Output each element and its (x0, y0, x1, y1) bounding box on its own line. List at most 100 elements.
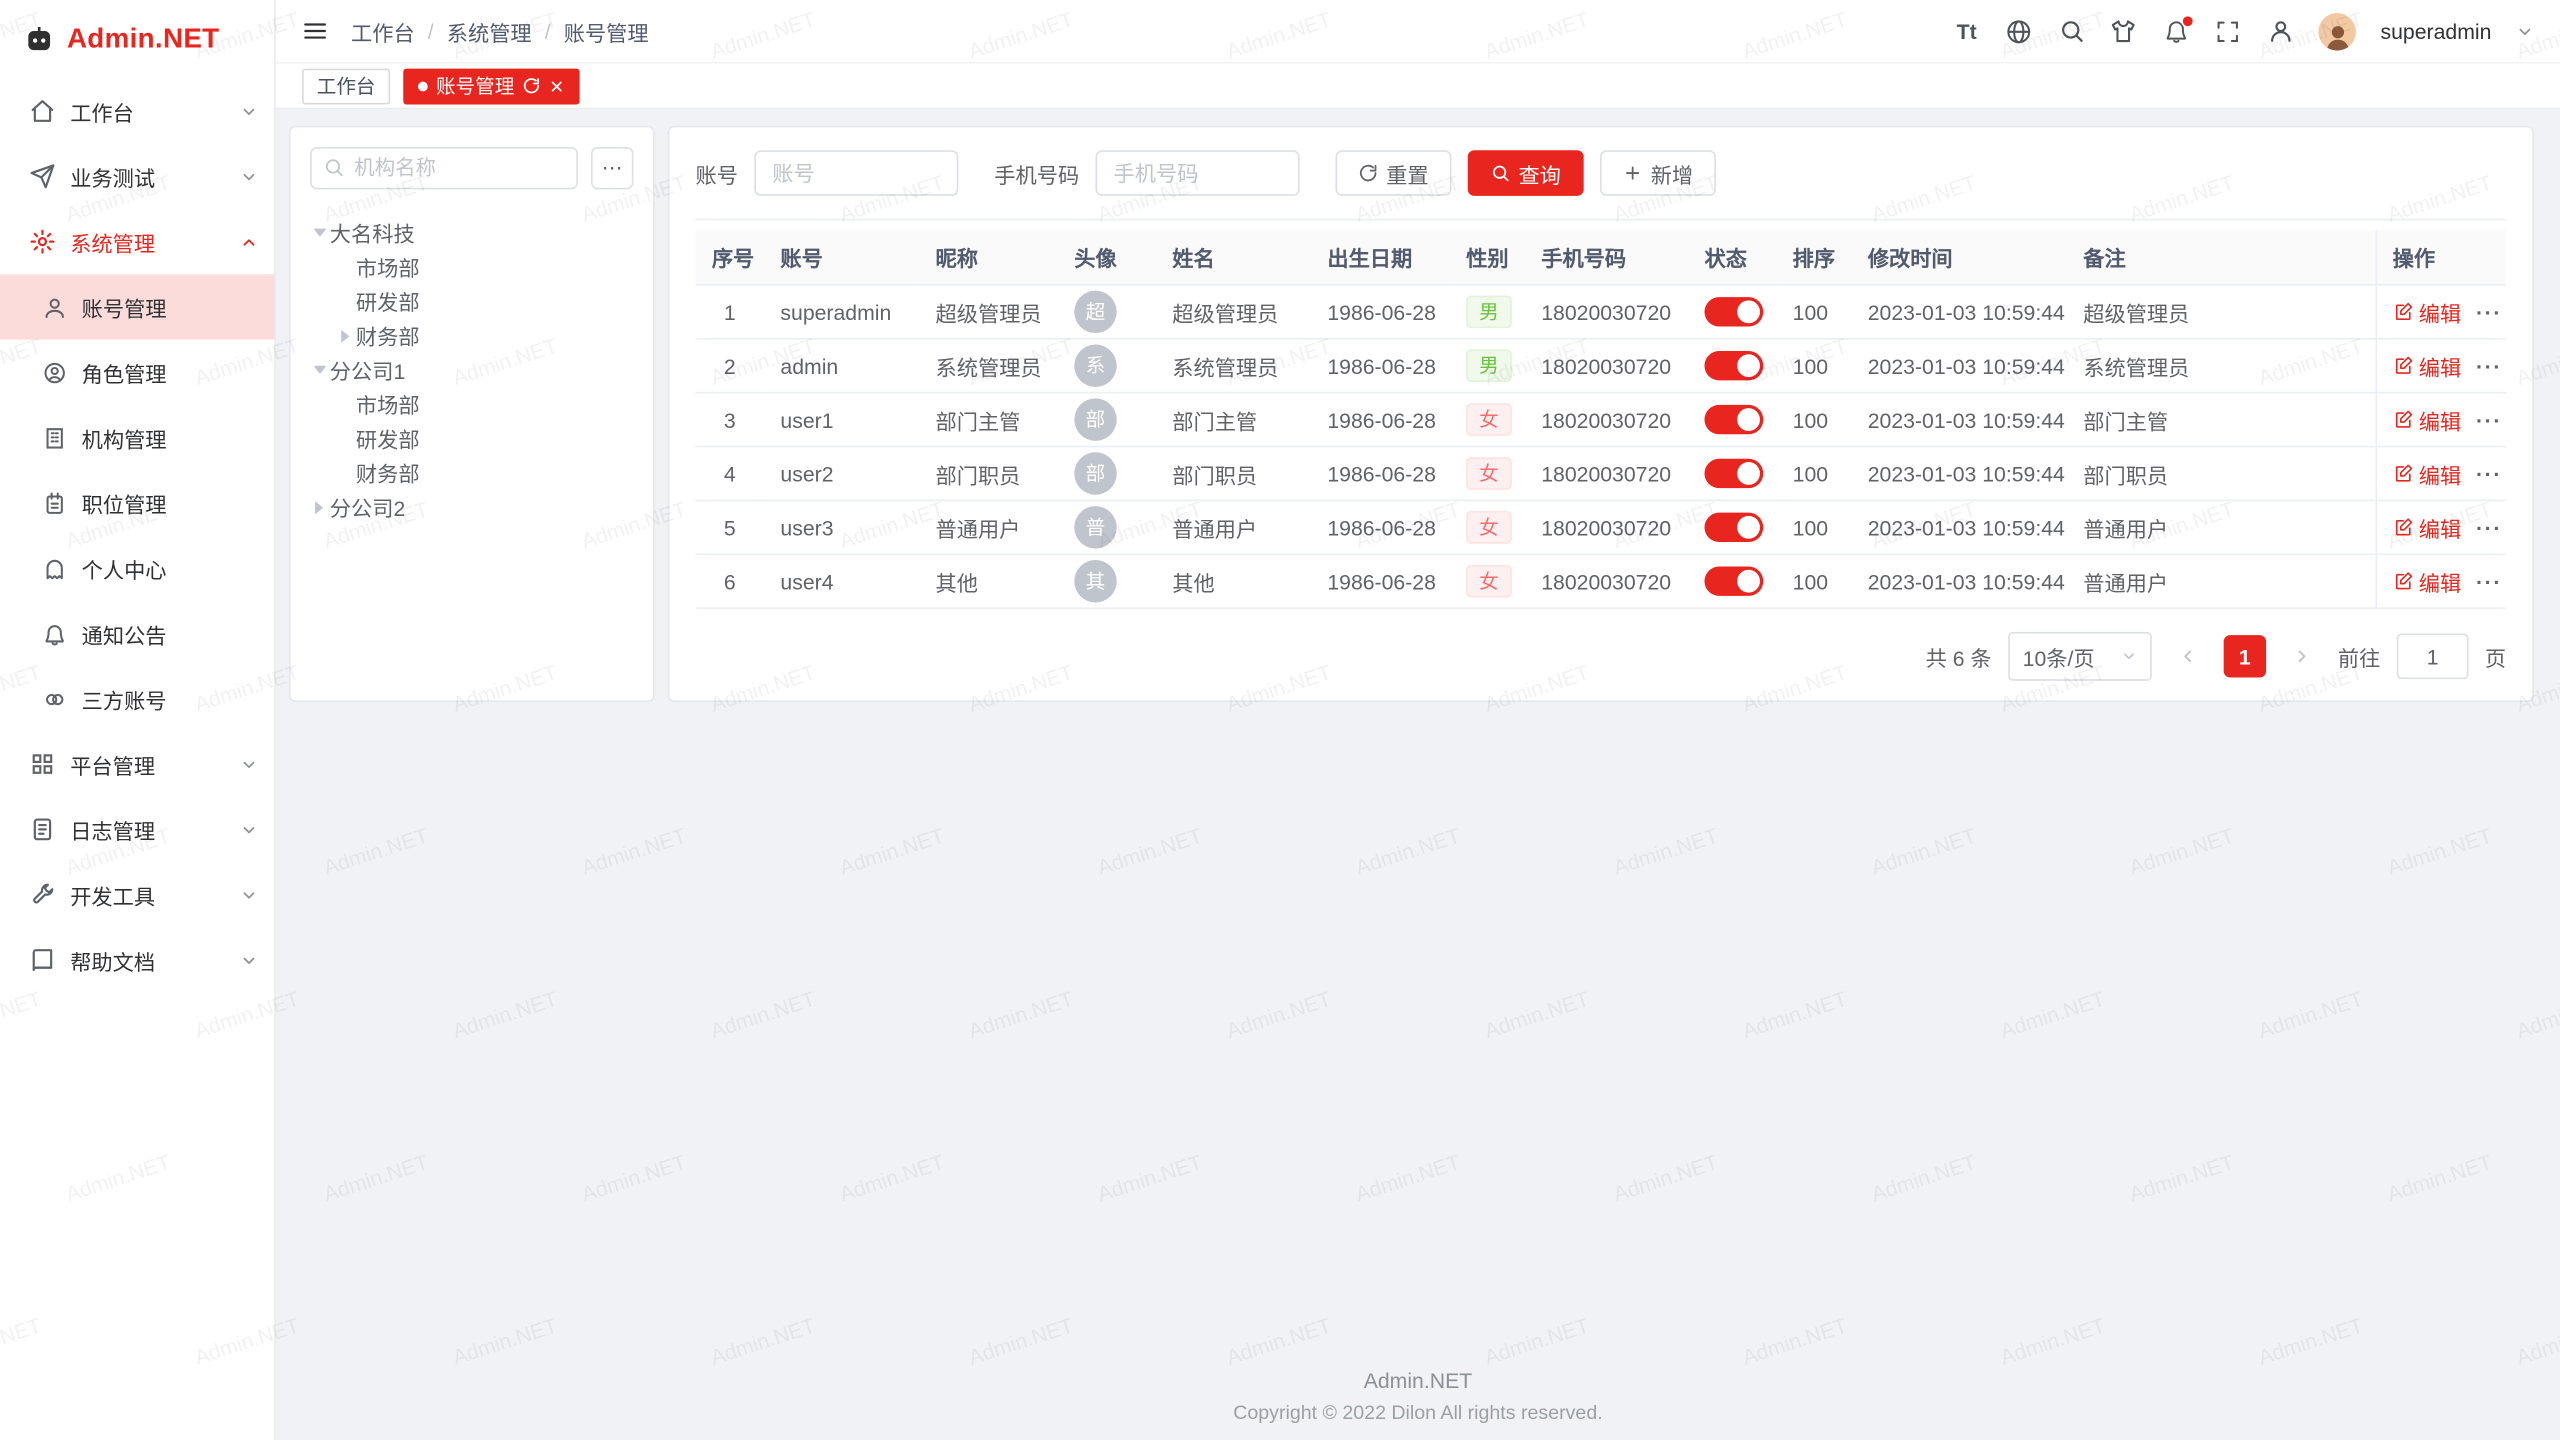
phone-input[interactable] (1096, 150, 1300, 196)
accounts-table: 序号 账号 昵称 头像 姓名 出生日期 性别 手机号码 状态 排序 修改时间 (696, 230, 2507, 609)
sidebar-item-platform-mgmt[interactable]: 平台管理 (0, 731, 274, 796)
plus-icon (1623, 163, 1643, 183)
sidebar-menu: 工作台 业务测试 系统管理 账号管理 角色管理 (0, 78, 274, 992)
prev-page-button[interactable] (2168, 637, 2207, 676)
page-size-select[interactable]: 10条/页 (2008, 632, 2152, 681)
account-input[interactable] (754, 150, 958, 196)
avatar[interactable] (2318, 12, 2356, 50)
sidebar-item-label: 业务测试 (70, 161, 240, 192)
tree-node[interactable]: 研发部 (310, 284, 633, 318)
hamburger-icon[interactable] (302, 18, 328, 44)
next-page-button[interactable] (2282, 637, 2321, 676)
status-toggle[interactable] (1704, 297, 1763, 326)
tree-node[interactable]: 市场部 (310, 250, 633, 284)
username[interactable]: superadmin (2381, 19, 2492, 43)
current-page-button[interactable]: 1 (2224, 635, 2266, 677)
status-toggle[interactable] (1704, 459, 1763, 488)
cell-birth: 1986-06-28 (1311, 285, 1450, 339)
tree-node[interactable]: 财务部 (310, 456, 633, 490)
sidebar-item-org-mgmt[interactable]: 机构管理 (0, 405, 274, 470)
font-size-icon[interactable]: Tt (1953, 17, 1981, 45)
tree-node[interactable]: 分公司2 (310, 490, 633, 524)
cell-birth: 1986-06-28 (1311, 554, 1450, 608)
col-header-avatar: 头像 (1058, 230, 1156, 285)
caret-down-icon[interactable] (313, 229, 326, 244)
breadcrumb-separator: / (428, 19, 434, 43)
tree-node[interactable]: 市场部 (310, 387, 633, 421)
theme-icon[interactable] (2109, 17, 2137, 45)
sidebar-item-personal-center[interactable]: 个人中心 (0, 536, 274, 601)
tree-node[interactable]: 分公司1 (310, 353, 633, 387)
status-toggle[interactable] (1704, 513, 1763, 542)
col-header-gender: 性别 (1450, 230, 1525, 285)
cell-index: 2 (696, 339, 765, 393)
sidebar-item-business-test[interactable]: 业务测试 (0, 144, 274, 209)
refresh-icon[interactable] (522, 77, 540, 95)
breadcrumb-item[interactable]: 账号管理 (564, 16, 649, 47)
sidebar-item-notice[interactable]: 通知公告 (0, 601, 274, 666)
sidebar-item-help-docs[interactable]: 帮助文档 (0, 927, 274, 992)
row-more-button[interactable]: ··· (2476, 407, 2502, 431)
tree-node[interactable]: 研发部 (310, 421, 633, 455)
close-icon[interactable] (549, 78, 565, 94)
tree-node[interactable]: 大名科技 (310, 216, 633, 250)
account-table-panel: 账号 手机号码 重置 查询 (668, 126, 2534, 702)
row-more-button[interactable]: ··· (2476, 461, 2502, 485)
cell-remark: 超级管理员 (2067, 285, 2376, 339)
profile-icon[interactable] (2266, 17, 2294, 45)
goto-page-input[interactable] (2397, 633, 2469, 679)
page-footer: Admin.NET Copyright © 2022 Dilon All rig… (276, 1368, 2560, 1440)
active-dot (418, 81, 428, 91)
language-icon[interactable] (2005, 17, 2033, 45)
account-label: 账号 (696, 158, 738, 189)
fullscreen-icon[interactable] (2214, 17, 2242, 45)
org-tree: 大名科技 市场部 研发部 财务部 分公司1 市场部 研发部 财务部 分公司2 (310, 216, 633, 525)
sidebar-item-role-mgmt[interactable]: 角色管理 (0, 340, 274, 405)
cell-gender: 女 (1450, 393, 1525, 447)
sidebar-item-workbench[interactable]: 工作台 (0, 78, 274, 143)
edit-button[interactable]: 编辑 (2393, 404, 2462, 435)
caret-right-icon[interactable] (315, 500, 330, 513)
top-header: 工作台 / 系统管理 / 账号管理 Tt superadmin (276, 0, 2560, 64)
sidebar-item-position-mgmt[interactable]: 职位管理 (0, 470, 274, 535)
row-more-button[interactable]: ··· (2476, 515, 2502, 539)
caret-right-icon[interactable] (341, 329, 356, 342)
add-button[interactable]: 新增 (1600, 150, 1716, 196)
sidebar-item-account-mgmt[interactable]: 账号管理 (0, 274, 274, 339)
edit-button[interactable]: 编辑 (2393, 296, 2462, 327)
search-button[interactable]: 查询 (1468, 150, 1584, 196)
sidebar-item-dev-tools[interactable]: 开发工具 (0, 862, 274, 927)
tab-account-mgmt[interactable]: 账号管理 (403, 68, 579, 104)
row-more-button[interactable]: ··· (2476, 569, 2502, 593)
status-toggle[interactable] (1704, 351, 1763, 380)
chevron-down-icon[interactable] (2516, 22, 2534, 40)
edit-button[interactable]: 编辑 (2393, 350, 2462, 381)
sidebar-item-label: 机构管理 (82, 422, 258, 453)
edit-button[interactable]: 编辑 (2393, 458, 2462, 489)
cell-birth: 1986-06-28 (1311, 393, 1450, 447)
reset-button[interactable]: 重置 (1336, 150, 1452, 196)
breadcrumb-item[interactable]: 工作台 (351, 16, 415, 47)
sidebar-item-system-mgmt[interactable]: 系统管理 (0, 209, 274, 274)
caret-down-icon[interactable] (313, 366, 326, 381)
status-toggle[interactable] (1704, 405, 1763, 434)
org-search-input[interactable] (310, 147, 578, 189)
tree-node[interactable]: 财务部 (310, 318, 633, 352)
chevron-down-icon (240, 102, 258, 120)
more-button[interactable]: ⋯ (591, 147, 633, 189)
bell-icon[interactable] (2162, 17, 2190, 45)
status-toggle[interactable] (1704, 567, 1763, 596)
sidebar-item-log-mgmt[interactable]: 日志管理 (0, 797, 274, 862)
cell-status (1688, 339, 1776, 393)
breadcrumb-item[interactable]: 系统管理 (447, 16, 532, 47)
row-more-button[interactable]: ··· (2476, 300, 2502, 324)
cell-gender: 女 (1450, 554, 1525, 608)
edit-button[interactable]: 编辑 (2393, 566, 2462, 597)
search-icon[interactable] (2057, 17, 2085, 45)
logo[interactable]: Admin.NET (0, 0, 274, 78)
table-body: 1 superadmin 超级管理员 超 超级管理员 1986-06-28 男 … (696, 285, 2507, 608)
sidebar-item-third-party-account[interactable]: 三方账号 (0, 666, 274, 731)
tab-workbench[interactable]: 工作台 (302, 68, 390, 104)
row-more-button[interactable]: ··· (2476, 353, 2502, 377)
edit-button[interactable]: 编辑 (2393, 512, 2462, 543)
